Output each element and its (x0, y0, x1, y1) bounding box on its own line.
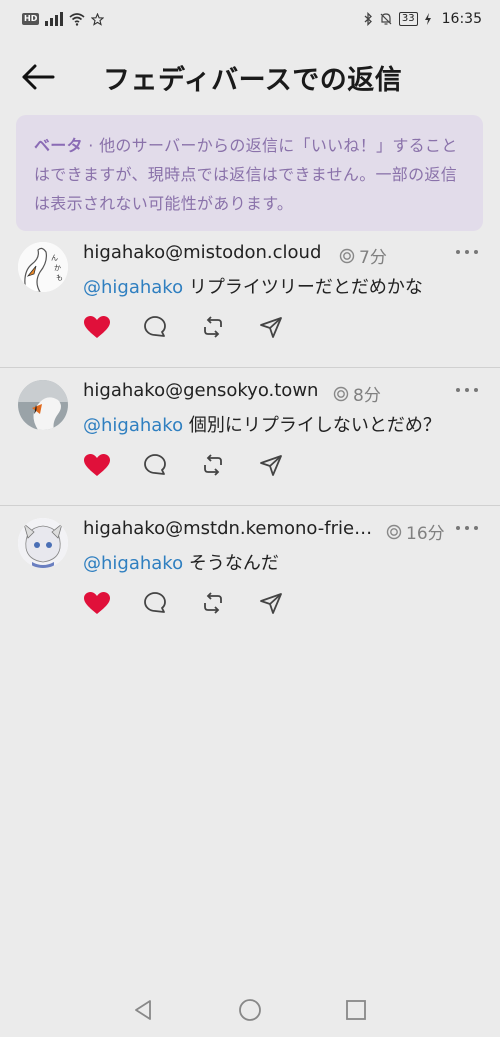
post-actions (83, 314, 293, 340)
post-meta: 8分 (333, 381, 381, 406)
comment-icon (144, 316, 166, 337)
globe-icon (333, 386, 349, 401)
comment-icon (144, 454, 166, 475)
home-circle-icon (239, 999, 261, 1021)
mention-link[interactable]: @higahako (83, 553, 183, 574)
repost-icon (204, 592, 222, 614)
beta-label: ベータ (34, 136, 83, 155)
like-button[interactable] (83, 314, 111, 340)
back-triangle-icon (135, 1000, 151, 1020)
post-meta: 7分 (339, 243, 387, 268)
status-left: HD (22, 12, 105, 26)
page-title: フェディバースでの返信 (103, 65, 403, 96)
post-content: @higahako リプライツリーだとだめかな (83, 273, 423, 299)
character-avatar-icon (18, 518, 68, 568)
account-name[interactable]: higahako@mstdn.kemono-friends.info (83, 518, 381, 539)
status-right: 33 16:35 (363, 11, 482, 27)
reply-button[interactable] (141, 452, 169, 478)
bluetooth-icon (364, 12, 372, 26)
globe-icon (339, 248, 355, 263)
reply-post: higahako@gensokyo.town 8分 @higahako 個別にリ… (0, 368, 500, 506)
repost-button[interactable] (199, 452, 227, 478)
post-meta: 16分 (386, 519, 445, 544)
arrow-left-icon (22, 64, 55, 90)
system-navbar (0, 985, 500, 1033)
status-time: 16:35 (441, 11, 482, 27)
charging-icon (424, 13, 431, 25)
svg-text:ん: ん (51, 254, 58, 262)
heart-icon (84, 453, 110, 476)
reply-button[interactable] (141, 590, 169, 616)
status-bar: HD 33 16:35 (0, 0, 500, 38)
like-button[interactable] (83, 590, 111, 616)
send-icon (260, 455, 282, 476)
share-button[interactable] (257, 314, 285, 340)
avatar[interactable] (18, 518, 68, 568)
more-icon[interactable] (456, 384, 478, 396)
repost-icon (204, 454, 222, 476)
post-time: 8分 (353, 386, 381, 406)
share-button[interactable] (257, 590, 285, 616)
avatar[interactable]: ん か も (18, 242, 68, 292)
reply-post: higahako@mstdn.kemono-friends.info 16分 @… (0, 506, 500, 644)
wifi-icon (69, 13, 85, 26)
repost-button[interactable] (199, 590, 227, 616)
send-icon (260, 593, 282, 614)
post-time: 16分 (406, 524, 445, 544)
repost-button[interactable] (199, 314, 227, 340)
mention-link[interactable]: @higahako (83, 415, 183, 436)
heart-icon (84, 315, 110, 338)
svg-text:か: か (54, 264, 61, 272)
post-actions (83, 590, 293, 616)
mention-link[interactable]: @higahako (83, 277, 183, 298)
avatar[interactable] (18, 380, 68, 430)
account-name[interactable]: higahako@gensokyo.town (83, 380, 318, 401)
signal-icon (45, 12, 64, 26)
like-button[interactable] (83, 452, 111, 478)
more-icon[interactable] (456, 246, 478, 258)
reply-post: ん か も higahako@mistodon.cloud 7分 @higaha… (0, 230, 500, 368)
swan-avatar-icon: ん か も (18, 242, 68, 292)
nav-back-button[interactable] (128, 995, 158, 1025)
post-text: リプライツリーだとだめかな (188, 277, 423, 298)
post-content: @higahako そうなんだ (83, 549, 279, 575)
nav-recents-button[interactable] (341, 995, 371, 1025)
more-icon[interactable] (456, 522, 478, 534)
post-actions (83, 452, 293, 478)
account-name[interactable]: higahako@mistodon.cloud (83, 242, 321, 263)
svg-text:も: も (56, 274, 63, 282)
app-header: フェディバースでの返信 (0, 48, 500, 106)
notice-separator: · (82, 136, 100, 155)
reply-button[interactable] (141, 314, 169, 340)
battery-icon: 33 (398, 12, 418, 26)
post-time: 7分 (359, 248, 387, 268)
heart-icon (84, 591, 110, 614)
recents-square-icon (346, 1000, 366, 1020)
swan-photo-avatar-icon (18, 380, 68, 430)
share-button[interactable] (257, 452, 285, 478)
post-content: @higahako 個別にリプライしないとだめ？ (83, 411, 441, 437)
repost-icon (204, 316, 222, 338)
bell-off-icon (380, 13, 392, 25)
nav-home-button[interactable] (235, 995, 265, 1025)
beta-notice: ベータ · 他のサーバーからの返信に「いいね！」することはできますが、現時点では… (16, 115, 483, 231)
post-text: 個別にリプライしないとだめ？ (188, 415, 441, 436)
send-icon (260, 317, 282, 338)
comment-icon (144, 592, 166, 613)
post-text: そうなんだ (188, 553, 279, 574)
star-icon (91, 12, 105, 26)
globe-icon (386, 524, 402, 539)
back-button[interactable] (18, 60, 58, 94)
hd-badge: HD (22, 13, 40, 25)
